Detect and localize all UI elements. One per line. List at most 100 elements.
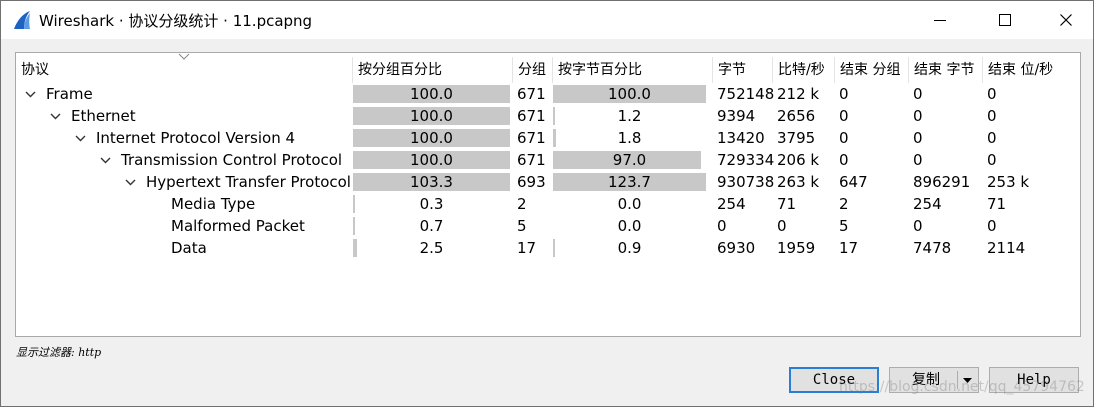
end-packets-cell: 0 [839, 129, 849, 147]
pkt-pct-bar: 2.5 [353, 239, 510, 257]
copy-button[interactable]: 复制 [889, 367, 979, 393]
bps-cell: 1959 [777, 239, 816, 257]
byte-pct-column-header[interactable]: 按字节百分比 [552, 57, 712, 83]
packets-cell: 17 [517, 239, 537, 257]
chevron-down-icon[interactable] [97, 149, 113, 171]
packets-cell: 671 [517, 107, 546, 125]
pkt-pct-column-header[interactable]: 按分组百分比 [352, 57, 512, 83]
end-bytes-cell: 0 [913, 85, 923, 103]
bps-cell: 71 [777, 195, 797, 213]
chevron-down-icon[interactable] [122, 171, 138, 193]
bytes-cell: 752148 [717, 85, 775, 103]
end-packets-column-header[interactable]: 结束 分组 [834, 57, 908, 83]
packets-column-header[interactable]: 分组 [512, 57, 552, 83]
end-bps-cell: 0 [987, 217, 997, 235]
bps-cell: 263 k [777, 173, 820, 191]
protocol-name-cell: Malformed Packet [147, 215, 305, 237]
byte-pct-bar: 0.0 [553, 195, 706, 213]
end-bps-column-header[interactable]: 结束 位/秒 [982, 57, 1080, 83]
table-row[interactable]: Frame 100.0 100.0 671 752148 212 k 0 0 0 [16, 83, 1080, 105]
pkt-pct-bar: 100.0 [353, 107, 510, 125]
end-bps-cell: 71 [987, 195, 1007, 213]
table-row[interactable]: Hypertext Transfer Protocol 103.3 123.7 693… [16, 171, 1080, 193]
protocol-name-cell: Transmission Control Protocol [97, 149, 342, 171]
byte-pct-bar-value: 1.2 [617, 107, 642, 125]
close-icon [1060, 14, 1072, 26]
protocol-name-cell: Data [147, 237, 207, 259]
protocol-name-cell: Internet Protocol Version 4 [72, 127, 295, 149]
dropdown-arrow-icon[interactable] [963, 378, 972, 383]
maximize-button[interactable] [982, 1, 1028, 39]
bytes-cell: 254 [717, 195, 746, 213]
bps-cell: 2656 [777, 107, 816, 125]
table-row[interactable]: Internet Protocol Version 4 100.0 1.8 671 13… [16, 127, 1080, 149]
protocol-name-cell: Ethernet [47, 105, 136, 127]
end-bps-cell: 2114 [987, 239, 1026, 257]
byte-pct-bar-value: 100.0 [608, 85, 651, 103]
packets-cell: 5 [517, 217, 527, 235]
byte-pct-bar: 1.2 [553, 107, 706, 125]
protocol-name: Hypertext Transfer Protocol [146, 173, 351, 191]
table-row[interactable]: Data 2.5 0.9 17 6930 1959 17 7478 2114 [16, 237, 1080, 259]
table-row[interactable]: Ethernet 100.0 1.2 671 9394 2656 0 0 0 [16, 105, 1080, 127]
table-row[interactable]: Transmission Control Protocol 100.0 97.0 67… [16, 149, 1080, 171]
table-row[interactable]: Media Type 0.3 0.0 2 254 71 2 254 71 [16, 193, 1080, 215]
end-packets-cell: 5 [839, 217, 849, 235]
end-packets-cell: 2 [839, 195, 849, 213]
bytes-column-header[interactable]: 字节 [712, 57, 772, 83]
maximize-icon [999, 14, 1011, 26]
bytes-cell: 9394 [717, 107, 756, 125]
byte-pct-bar: 1.8 [553, 129, 706, 147]
end-bytes-column-header[interactable]: 结束 字节 [908, 57, 982, 83]
pkt-pct-bar-value: 103.3 [410, 173, 453, 191]
end-bps-cell: 0 [987, 129, 997, 147]
help-button[interactable]: Help [989, 367, 1079, 393]
table-header: 协议 按分组百分比 分组 按字节百分比 字节 比特/秒 结束 分组 结束 字节 结束 位/秒 [16, 57, 1080, 83]
end-bytes-cell: 0 [913, 151, 923, 169]
minimize-button[interactable] [917, 1, 963, 39]
byte-pct-bar-value: 0.0 [617, 195, 642, 213]
protocol-name: Media Type [171, 195, 256, 213]
bytes-cell: 729334 [717, 151, 775, 169]
packets-cell: 2 [517, 195, 527, 213]
protocol-hierarchy-table[interactable]: 协议 按分组百分比 分组 按字节百分比 字节 比特/秒 结束 分组 结束 字节 结束 位/秒 F… [15, 52, 1081, 337]
close-button[interactable]: Close [789, 367, 879, 393]
protocol-name: Ethernet [71, 107, 136, 125]
protocol-column-header[interactable]: 协议 [16, 57, 352, 83]
byte-pct-bar-value: 0.0 [617, 217, 642, 235]
bytes-cell: 13420 [717, 129, 765, 147]
chevron-down-icon[interactable] [47, 105, 63, 127]
end-bps-cell: 0 [987, 107, 997, 125]
window-close-button[interactable] [1043, 1, 1089, 39]
bps-cell: 212 k [777, 85, 820, 103]
bytes-cell: 930738 [717, 173, 775, 191]
protocol-name-cell: Media Type [147, 193, 255, 215]
byte-pct-bar-value: 97.0 [612, 151, 647, 169]
chevron-down-icon[interactable] [22, 83, 38, 105]
bps-cell: 3795 [777, 129, 816, 147]
end-packets-cell: 17 [839, 239, 859, 257]
copy-button-label: 复制 [912, 372, 940, 388]
protocol-name-cell: Frame [22, 83, 93, 105]
protocol-hierarchy-window: Wireshark · 协议分级统计 · 11.pcapng 协议 按分组百分比分… [0, 0, 1094, 407]
pkt-pct-bar-value: 100.0 [410, 107, 453, 125]
byte-pct-bar: 100.0 [553, 85, 706, 103]
pkt-pct-bar: 0.7 [353, 217, 510, 235]
end-bytes-cell: 0 [913, 107, 923, 125]
byte-pct-bar-value: 1.8 [617, 129, 642, 147]
bytes-cell: 6930 [717, 239, 756, 257]
pkt-pct-bar-value: 2.5 [419, 239, 444, 257]
pkt-pct-bar-value: 100.0 [410, 151, 453, 169]
pkt-pct-bar: 0.3 [353, 195, 510, 213]
end-packets-cell: 647 [839, 173, 868, 191]
table-row[interactable]: Malformed Packet 0.7 0.0 5 0 0 5 0 0 [16, 215, 1080, 237]
end-bytes-cell: 896291 [913, 173, 971, 191]
bps-column-header[interactable]: 比特/秒 [772, 57, 834, 83]
byte-pct-bar: 0.9 [553, 239, 706, 257]
byte-pct-bar: 0.0 [553, 217, 706, 235]
pkt-pct-bar: 100.0 [353, 85, 510, 103]
byte-pct-bar-value: 123.7 [608, 173, 651, 191]
chevron-down-icon[interactable] [72, 127, 88, 149]
end-packets-cell: 0 [839, 85, 849, 103]
minimize-icon [934, 20, 946, 21]
